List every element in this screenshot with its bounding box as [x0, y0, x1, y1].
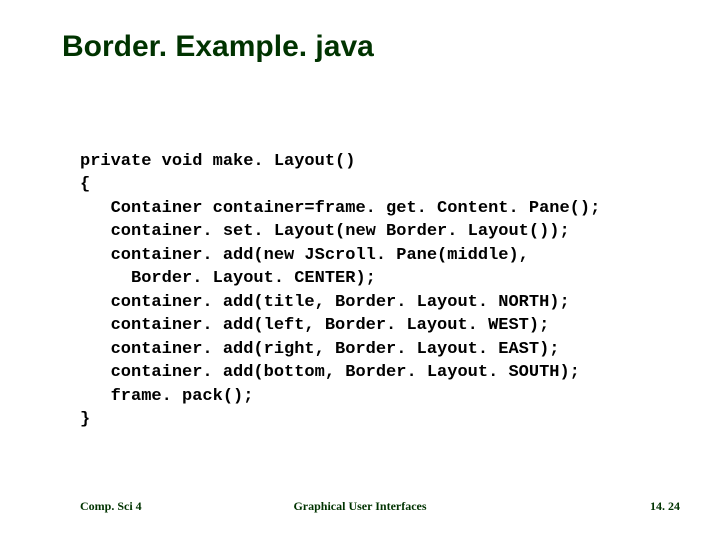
- slide-title: Border. Example. java: [62, 30, 374, 64]
- footer-center: Graphical User Interfaces: [293, 499, 426, 514]
- code-block: private void make. Layout() { Container …: [80, 150, 600, 431]
- footer-right: 14. 24: [650, 499, 680, 514]
- footer-left: Comp. Sci 4: [80, 499, 142, 514]
